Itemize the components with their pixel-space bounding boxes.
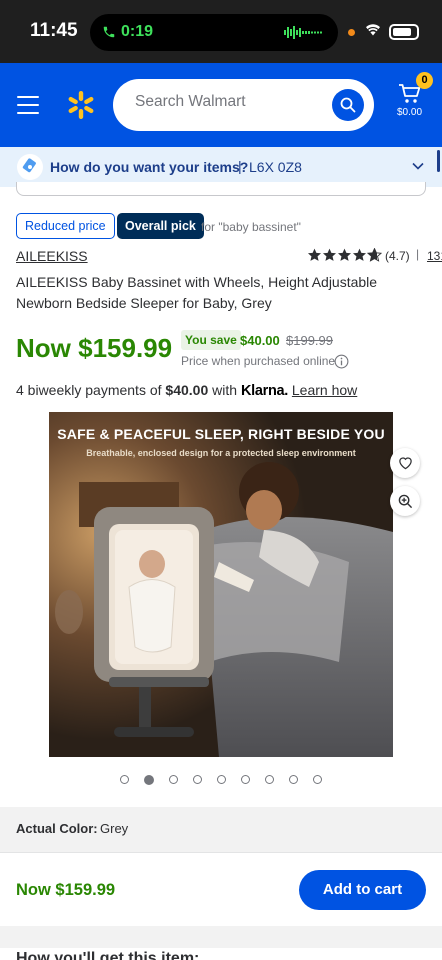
status-bar: 11:45 0:19: [0, 0, 442, 63]
product-image[interactable]: SAFE & PEACEFUL SLEEP, RIGHT BESIDE YOU …: [49, 412, 393, 757]
fulfillment-icon-wrap: [17, 154, 43, 180]
save-amount: $40.00: [240, 333, 280, 348]
reduced-price-badge: Reduced price: [16, 213, 115, 239]
brand-link[interactable]: AILEEKISS: [16, 248, 88, 264]
audio-wave-icon: [284, 26, 322, 39]
star-icon: [322, 248, 337, 261]
battery-icon: [389, 24, 419, 40]
star-rating: [307, 248, 382, 262]
zoom-in-icon: [398, 494, 412, 508]
klarna-logo: Klarna.: [240, 383, 288, 399]
rating-value: (4.7): [385, 249, 410, 263]
zoom-button[interactable]: [390, 486, 420, 516]
call-duration: 0:19: [121, 23, 154, 40]
klarna-with: with: [212, 382, 238, 398]
walmart-spark-logo[interactable]: [66, 90, 96, 120]
delivery-separator: |: [238, 158, 242, 174]
cart-amount: $0.00: [397, 107, 423, 118]
carousel-dot[interactable]: [265, 775, 274, 784]
dynamic-island[interactable]: 0:19: [90, 14, 338, 51]
current-price: Now $159.99: [16, 333, 173, 363]
carousel-dot[interactable]: [120, 775, 129, 784]
star-icon: [337, 248, 352, 261]
previous-card-edge: [16, 182, 426, 196]
phone-icon: [103, 26, 115, 38]
carousel-dot[interactable]: [289, 775, 298, 784]
bassinet-photo: [49, 412, 393, 757]
delivery-question: How do you want your items?: [50, 159, 249, 175]
delivery-selector[interactable]: How do you want your items? | L6X 0Z8: [0, 147, 442, 187]
favorite-button[interactable]: [390, 448, 420, 478]
scrollbar[interactable]: [437, 150, 440, 172]
app-header: 0 $0.00: [0, 63, 442, 147]
add-to-cart-button[interactable]: Add to cart: [299, 870, 426, 910]
carousel-dot[interactable]: [193, 775, 202, 784]
cart-count-badge: 0: [416, 72, 433, 89]
carousel-dot[interactable]: [144, 775, 154, 785]
star-icon: [352, 248, 367, 261]
image-caption: SAFE & PEACEFUL SLEEP, RIGHT BESIDE YOU: [57, 426, 385, 442]
postal-code: L6X 0Z8: [249, 159, 302, 175]
menu-icon[interactable]: [17, 96, 39, 114]
color-label: Actual Color:: [16, 821, 98, 836]
klarna-amount: $40.00: [165, 382, 209, 398]
product-title: AILEEKISS Baby Bassinet with Wheels, Hei…: [16, 274, 378, 311]
klarna-prefix: 4 biweekly payments of: [16, 382, 162, 398]
carousel-dot[interactable]: [217, 775, 226, 784]
section-divider-bottom: [0, 926, 442, 948]
search-icon: [340, 97, 356, 113]
star-half-icon: [367, 248, 382, 262]
rating-separator: |: [416, 247, 420, 261]
carousel-dots: [120, 775, 322, 785]
color-value: Grey: [100, 821, 129, 836]
search-bar[interactable]: [113, 79, 374, 131]
delivery-icon: [22, 158, 36, 173]
search-button[interactable]: [332, 89, 364, 121]
heart-icon: [398, 457, 412, 470]
wifi-icon: [366, 24, 380, 36]
klarna-offer: 4 biweekly payments of $40.00 with Klarn…: [16, 382, 357, 399]
was-price: $199.99: [286, 333, 333, 348]
you-save-badge: You save: [181, 330, 241, 350]
sticky-price: Now $159.99: [16, 881, 116, 899]
carousel-dot[interactable]: [169, 775, 178, 784]
search-input[interactable]: [135, 93, 315, 111]
learn-how-link[interactable]: Learn how: [292, 382, 357, 398]
review-count-link[interactable]: 131: [427, 249, 442, 263]
image-subcaption: Breathable, enclosed design for a protec…: [86, 448, 356, 458]
call-indicator: 0:19: [102, 23, 153, 41]
carousel-dot[interactable]: [313, 775, 322, 784]
overall-pick-badge: Overall pick: [117, 213, 204, 239]
info-icon[interactable]: [334, 354, 349, 369]
privacy-indicator: [348, 29, 355, 36]
carousel-dot[interactable]: [241, 775, 250, 784]
status-time: 11:45: [30, 20, 78, 41]
chevron-down-icon: [412, 162, 424, 170]
sticky-add-to-cart-bar: Now $159.99 Add to cart: [0, 852, 442, 926]
fulfillment-heading: How you'll get this item:: [16, 950, 200, 960]
price-note: Price when purchased online: [181, 354, 336, 368]
cart-button[interactable]: 0 $0.00: [395, 72, 435, 129]
pick-context: for "baby bassinet": [201, 220, 301, 234]
star-icon: [307, 248, 322, 261]
